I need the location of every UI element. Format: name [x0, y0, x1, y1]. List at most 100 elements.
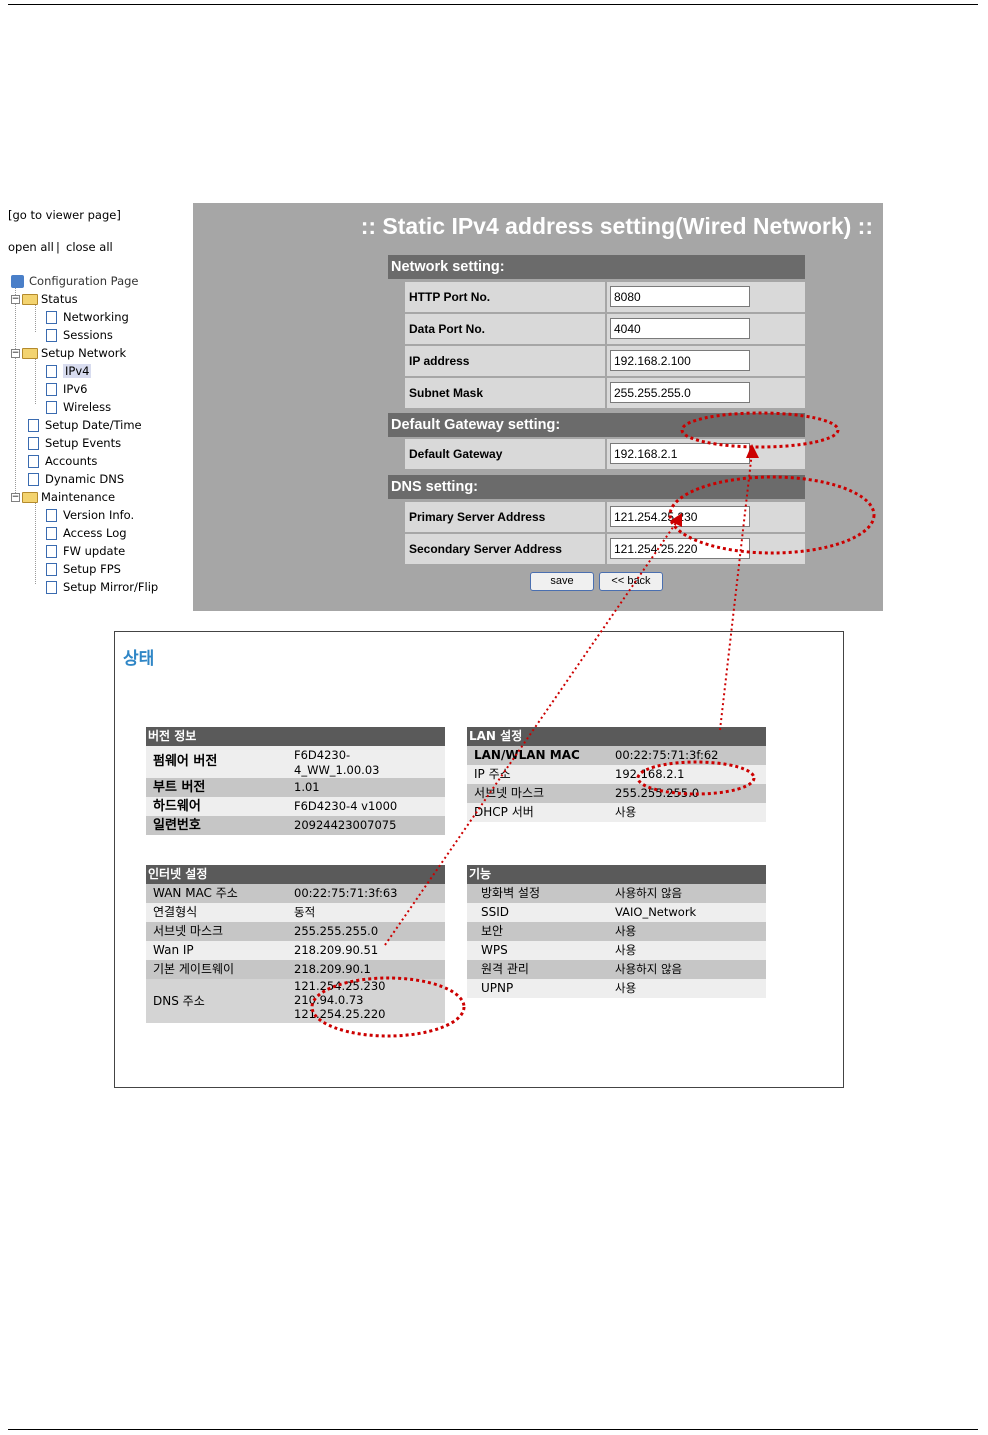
features-header: 기능	[467, 865, 766, 884]
tree-folder-status[interactable]: − Status	[11, 290, 78, 308]
default-gateway-label: Default Gateway	[405, 439, 605, 469]
tree-item-fw-update[interactable]: FW update	[46, 542, 125, 560]
table-row: 일련번호 20924423007075	[146, 816, 445, 835]
table-row: 서브넷 마스크 255.255.255.0	[467, 784, 766, 803]
secondary-dns-input[interactable]	[610, 538, 750, 559]
lan-settings-table: LAN 설정 LAN/WLAN MAC 00:22:75:71:3f:62 IP…	[467, 727, 766, 822]
data-port-input[interactable]	[610, 318, 750, 339]
tree-connector	[35, 503, 36, 584]
page-icon	[28, 418, 39, 432]
page-icon	[46, 328, 57, 342]
tree-folder-maintenance[interactable]: − Maintenance	[11, 488, 115, 506]
default-gateway-row: Default Gateway	[405, 439, 805, 469]
version-info-table: 버전 정보 펌웨어 버전 F6D4230- 4_WW_1.00.03 부트 버전…	[146, 727, 445, 835]
tree-connector	[35, 359, 36, 404]
version-info-header: 버전 정보	[146, 727, 445, 746]
tree-folder-setup-network[interactable]: − Setup Network	[11, 344, 126, 362]
table-row: 펌웨어 버전 F6D4230- 4_WW_1.00.03	[146, 746, 445, 778]
internet-settings-table: 인터넷 설정 WAN MAC 주소 00:22:75:71:3f:63 연결형식…	[146, 865, 445, 1023]
ip-address-label: IP address	[405, 346, 605, 376]
secondary-dns-row: Secondary Server Address	[405, 534, 805, 564]
ip-address-input[interactable]	[610, 350, 750, 371]
table-row: WAN MAC 주소 00:22:75:71:3f:63	[146, 884, 445, 903]
table-row: 연결형식 동적	[146, 903, 445, 922]
close-all-link[interactable]: close all	[66, 240, 113, 254]
table-row: DHCP 서버 사용	[467, 803, 766, 822]
http-port-label: HTTP Port No.	[405, 282, 605, 312]
save-button[interactable]: save	[530, 572, 594, 591]
page-icon	[46, 508, 57, 522]
tree-item-dynamic-dns[interactable]: Dynamic DNS	[28, 470, 124, 488]
panel-title: :: Static IPv4 address setting(Wired Net…	[360, 213, 873, 239]
table-row: 서브넷 마스크 255.255.255.0	[146, 922, 445, 941]
table-row: 하드웨어 F6D4230-4 v1000	[146, 797, 445, 816]
tree-item-setup-events[interactable]: Setup Events	[28, 434, 121, 452]
secondary-dns-label: Secondary Server Address	[405, 534, 605, 564]
bottom-rule	[8, 1429, 978, 1430]
http-port-row: HTTP Port No.	[405, 282, 805, 312]
config-globe-icon	[11, 274, 24, 288]
network-setting-header: Network setting:	[388, 255, 805, 279]
primary-dns-input[interactable]	[610, 506, 750, 527]
table-row: DNS 주소 121.254.25.230 210.94.0.73 121.25…	[146, 979, 445, 1023]
page-icon	[46, 526, 57, 540]
back-button[interactable]: << back	[599, 572, 663, 591]
link-separator: |	[56, 240, 60, 254]
tree-connector	[15, 287, 16, 493]
collapse-minus-icon[interactable]: −	[11, 492, 20, 502]
table-row: 기본 게이트웨이 218.209.90.1	[146, 960, 445, 979]
gateway-setting-header: Default Gateway setting:	[388, 413, 805, 437]
page-icon	[46, 562, 57, 576]
subnet-mask-label: Subnet Mask	[405, 378, 605, 408]
tree-item-networking[interactable]: Networking	[46, 308, 129, 326]
primary-dns-row: Primary Server Address	[405, 502, 805, 532]
page-icon	[46, 364, 57, 378]
tree-item-wireless[interactable]: Wireless	[46, 398, 111, 416]
tree-item-setup-fps[interactable]: Setup FPS	[46, 560, 121, 578]
tree-root-configuration[interactable]: Configuration Page	[11, 272, 139, 290]
collapse-minus-icon[interactable]: −	[11, 348, 20, 358]
tree-item-sessions[interactable]: Sessions	[46, 326, 113, 344]
tree-item-accounts[interactable]: Accounts	[28, 452, 97, 470]
page-icon	[28, 436, 39, 450]
page-icon	[46, 382, 57, 396]
default-gateway-input[interactable]	[610, 443, 750, 464]
page-icon	[46, 580, 57, 594]
features-table: 기능 방화벽 설정 사용하지 않음 SSID VAIO_Network 보안 사…	[467, 865, 766, 998]
http-port-input[interactable]	[610, 286, 750, 307]
page-icon	[28, 454, 39, 468]
open-folder-icon	[22, 293, 38, 305]
data-port-label: Data Port No.	[405, 314, 605, 344]
tree-item-ipv4[interactable]: IPv4	[46, 362, 92, 380]
table-row: 부트 버전 1.01	[146, 778, 445, 797]
subnet-mask-input[interactable]	[610, 382, 750, 403]
tree-item-access-log[interactable]: Access Log	[46, 524, 127, 542]
tree-item-version-info[interactable]: Version Info.	[46, 506, 134, 524]
data-port-row: Data Port No.	[405, 314, 805, 344]
table-row: 원격 관리 사용하지 않음	[467, 960, 766, 979]
page-icon	[46, 400, 57, 414]
collapse-minus-icon[interactable]: −	[11, 294, 20, 304]
internet-settings-header: 인터넷 설정	[146, 865, 445, 884]
table-row: IP 주소 192.168.2.1	[467, 765, 766, 784]
tree-item-setup-datetime[interactable]: Setup Date/Time	[28, 416, 142, 434]
tree-item-setup-mirror-flip[interactable]: Setup Mirror/Flip	[46, 578, 158, 596]
viewer-page-link[interactable]: [go to viewer page]	[8, 208, 121, 222]
lan-settings-header: LAN 설정	[467, 727, 766, 746]
tree-connector	[35, 305, 36, 332]
open-folder-icon	[22, 491, 38, 503]
ip-address-row: IP address	[405, 346, 805, 376]
status-title: 상태	[123, 649, 155, 669]
open-all-link[interactable]: open all	[8, 240, 54, 254]
subnet-mask-row: Subnet Mask	[405, 378, 805, 408]
page-icon	[46, 310, 57, 324]
table-row: SSID VAIO_Network	[467, 903, 766, 922]
table-row: LAN/WLAN MAC 00:22:75:71:3f:62	[467, 746, 766, 765]
table-row: UPNP 사용	[467, 979, 766, 998]
open-folder-icon	[22, 347, 38, 359]
primary-dns-label: Primary Server Address	[405, 502, 605, 532]
dns-setting-header: DNS setting:	[388, 475, 805, 499]
table-row: 보안 사용	[467, 922, 766, 941]
tree-item-ipv6[interactable]: IPv6	[46, 380, 87, 398]
table-row: 방화벽 설정 사용하지 않음	[467, 884, 766, 903]
